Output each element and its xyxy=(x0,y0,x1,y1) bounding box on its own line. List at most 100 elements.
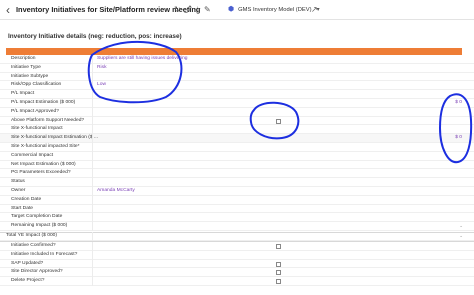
refresh-icon[interactable]: ↻ xyxy=(174,3,181,17)
row-label: Site X-functional Impact xyxy=(11,126,63,132)
row-label: P/L Impact Estimation ($ 000) xyxy=(11,100,76,105)
row-label: Site Director Approved? xyxy=(11,269,63,275)
column-divider xyxy=(92,222,93,231)
initiative-type-value[interactable]: Risk xyxy=(97,64,107,73)
row-owner[interactable]: Owner Amanda McCarty xyxy=(0,187,474,196)
column-divider xyxy=(92,125,93,135)
column-divider xyxy=(92,169,93,179)
row-label: P/L Impact Approved? xyxy=(11,108,59,114)
row-label: Site X-functional impacted Site* xyxy=(11,144,80,149)
column-divider xyxy=(92,242,93,251)
column-divider xyxy=(92,143,93,152)
dropdown-chevron-icon[interactable]: ⌄ xyxy=(459,232,463,241)
row-description[interactable]: Description Suppliers are still having i… xyxy=(0,55,474,64)
row-label: Initiative Type xyxy=(11,64,41,70)
row-initiative-type[interactable]: Initiative Type Risk xyxy=(0,63,474,73)
column-divider xyxy=(92,160,93,170)
row-initiative-subtype[interactable]: Initiative Subtype xyxy=(0,72,474,82)
column-divider xyxy=(92,55,93,64)
star-icon[interactable]: ☆ xyxy=(194,3,201,17)
row-remaining-impact[interactable]: Remaining Impact ($ 000) ⌄ xyxy=(0,222,474,231)
site-director-approved-checkbox[interactable] xyxy=(276,270,281,276)
edit-icon[interactable]: ✎ xyxy=(204,3,211,17)
external-link-icon[interactable]: ↗ xyxy=(311,3,318,17)
row-pl-impact[interactable]: P/L Impact xyxy=(0,90,474,99)
row-label: Commercial Impact xyxy=(11,152,54,158)
column-divider xyxy=(92,63,93,73)
row-label: Remaining Impact ($ 000) xyxy=(11,223,68,229)
sap-updated-checkbox[interactable] xyxy=(276,261,281,267)
row-label: Risk/Opp Classification xyxy=(11,82,62,88)
pl-impact-estimation-value[interactable]: $ 0 xyxy=(455,99,462,108)
dropdown-chevron-icon[interactable]: ⌄ xyxy=(459,222,463,231)
row-label: Description xyxy=(11,56,36,61)
row-creation-date[interactable]: Creation Date xyxy=(0,195,474,205)
row-label: P/L Impact xyxy=(11,91,35,97)
row-label: Initiative Included In Forecast? xyxy=(11,251,78,257)
row-status[interactable]: Status xyxy=(0,178,474,187)
row-site-xfunctional-impact[interactable]: Site X-functional Impact xyxy=(0,125,474,135)
row-label: Initiative Confirmed? xyxy=(11,243,56,248)
column-divider xyxy=(92,232,93,241)
row-initiative-confirmed[interactable]: Initiative Confirmed? xyxy=(0,242,474,251)
row-target-completion-date[interactable]: Target Completion Date xyxy=(0,213,474,223)
row-label: Target Completion Date xyxy=(11,214,63,220)
row-label: Owner xyxy=(11,188,26,193)
section-color-bar xyxy=(6,48,462,55)
description-value[interactable]: Suppliers are still having issues delive… xyxy=(97,55,188,64)
row-label: Site X-functional Impact Estimation ($ .… xyxy=(11,135,98,141)
column-divider xyxy=(92,107,93,117)
column-divider xyxy=(92,213,93,223)
row-pl-impact-estimation[interactable]: P/L Impact Estimation ($ 000) $ 0 xyxy=(0,99,474,108)
column-divider xyxy=(92,99,93,108)
risk-opp-classification-value[interactable]: Low xyxy=(97,81,106,90)
header-bar: ‹ Inventory Initiatives for Site/Platfor… xyxy=(0,0,474,20)
row-site-xfunctional-impacted-site[interactable]: Site X-functional impacted Site* xyxy=(0,143,474,152)
column-divider xyxy=(92,90,93,99)
column-divider xyxy=(92,187,93,196)
row-label: Initiative Subtype xyxy=(11,73,49,79)
column-divider xyxy=(92,250,93,260)
column-divider xyxy=(92,277,93,286)
site-xfunctional-impact-estimation-value[interactable]: $ 0 xyxy=(455,134,462,143)
row-risk-opp-classification[interactable]: Risk/Opp Classification Low xyxy=(0,81,474,91)
row-label: Above Platform Support Needed? xyxy=(11,117,85,123)
column-divider xyxy=(92,178,93,187)
model-name: GMS Inventory Model (DEV) xyxy=(238,7,312,13)
delete-project-checkbox[interactable] xyxy=(276,279,281,285)
model-selector[interactable]: ⬢ GMS Inventory Model (DEV) ▾ xyxy=(228,3,320,17)
row-site-xfunctional-impact-estimation[interactable]: Site X-functional Impact Estimation ($ .… xyxy=(0,134,474,143)
column-divider xyxy=(92,72,93,82)
row-above-platform-support[interactable]: Above Platform Support Needed? xyxy=(0,116,474,126)
row-initiative-included-forecast[interactable]: Initiative Included In Forecast? xyxy=(0,250,474,260)
row-pl-impact-approved[interactable]: P/L Impact Approved? xyxy=(0,107,474,117)
row-label: PG Parameters Exceeded? xyxy=(11,170,71,176)
column-divider xyxy=(92,116,93,126)
share-icon[interactable]: ⤴ xyxy=(184,3,192,17)
row-total-ye-impact[interactable]: Total YE Impact ($ 000) ⌄ xyxy=(0,232,474,241)
row-start-date[interactable]: Start Date xyxy=(0,204,474,214)
row-label: Net Impact Estimation ($ 000) xyxy=(11,161,76,167)
row-site-director-approved[interactable]: Site Director Approved? xyxy=(0,268,474,278)
row-net-impact-estimation[interactable]: Net Impact Estimation ($ 000) xyxy=(0,160,474,170)
column-divider xyxy=(92,259,93,269)
initiative-confirmed-checkbox[interactable] xyxy=(276,244,281,249)
section-title: Inventory Initiative details (neg: reduc… xyxy=(8,33,182,40)
row-label: Creation Date xyxy=(11,196,42,202)
row-delete-project[interactable]: Delete Project? xyxy=(0,277,474,286)
row-commercial-impact[interactable]: Commercial Impact xyxy=(0,151,474,161)
back-chevron-icon[interactable]: ‹ xyxy=(3,3,13,17)
row-label: Total YE Impact ($ 000) xyxy=(6,233,58,238)
row-pg-parameters-exceeded[interactable]: PG Parameters Exceeded? xyxy=(0,169,474,179)
owner-value[interactable]: Amanda McCarty xyxy=(97,187,135,196)
column-divider xyxy=(92,81,93,91)
above-platform-support-checkbox[interactable] xyxy=(276,118,281,124)
column-divider xyxy=(92,134,93,143)
row-sap-updated[interactable]: SAP Updated? xyxy=(0,259,474,269)
row-label: Start Date xyxy=(11,205,34,211)
row-label: Delete Project? xyxy=(11,278,45,284)
row-label: SAP Updated? xyxy=(11,260,44,266)
row-label: Status xyxy=(11,179,25,185)
column-divider xyxy=(92,195,93,205)
model-icon: ⬢ xyxy=(228,6,235,13)
